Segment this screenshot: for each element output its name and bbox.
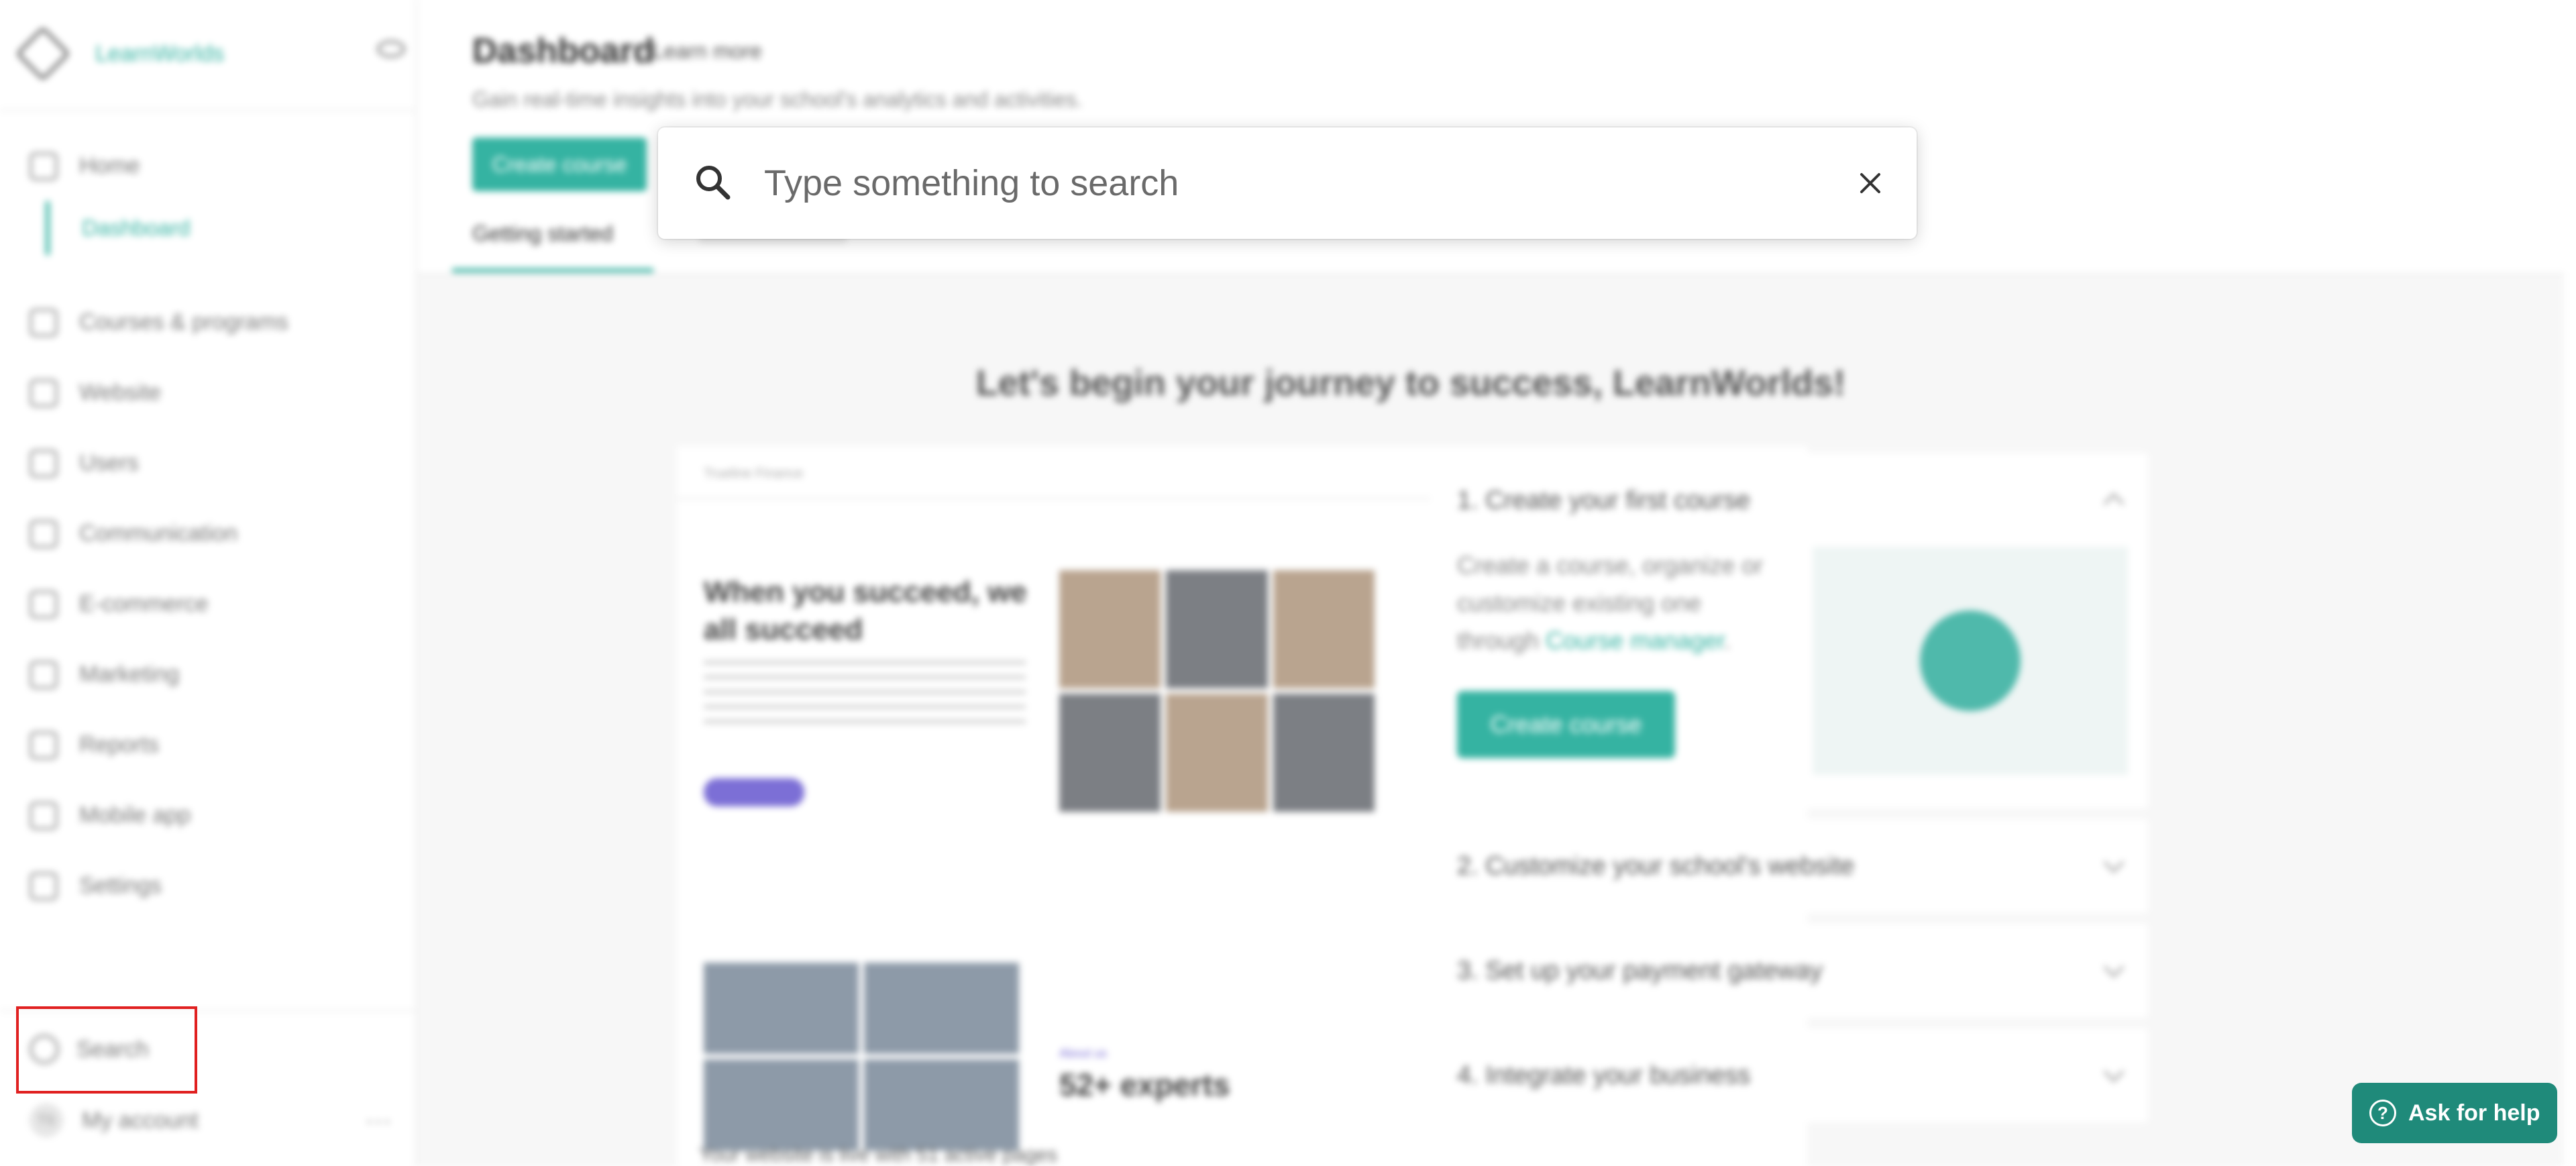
preview-cta <box>704 778 804 806</box>
ask-for-help-label: Ask for help <box>2408 1100 2540 1126</box>
courses-icon <box>30 308 58 337</box>
sidebar-item-label: Users <box>79 450 139 476</box>
website-icon <box>30 378 58 407</box>
step-title: 1. Create your first course <box>1457 486 1751 515</box>
search-highlight-box <box>16 1006 197 1094</box>
sidebar: LearnWorlds Home Dashboard Courses & pro… <box>0 0 417 1166</box>
sidebar-item-label: Mobile app <box>79 802 191 828</box>
sidebar-item-marketing[interactable]: Marketing <box>30 639 405 710</box>
onboarding-steps: 1. Create your first course Create a cou… <box>1430 453 2148 1133</box>
page-title: Dashboard <box>472 32 655 70</box>
preview-experts: 52+ experts <box>1059 1067 1230 1102</box>
my-account[interactable]: TS My account ··· <box>30 1100 392 1141</box>
sidebar-item-website[interactable]: Website <box>30 358 405 428</box>
tab-getting-started[interactable]: Getting started <box>472 221 613 246</box>
step-create-course[interactable]: 1. Create your first course Create a cou… <box>1430 453 2148 808</box>
sidebar-item-mobile-app[interactable]: Mobile app <box>30 780 405 851</box>
preview-experts-label: About us <box>1059 1047 1108 1060</box>
search-input[interactable] <box>764 154 1770 212</box>
sidebar-item-ecommerce[interactable]: E-commerce <box>30 569 405 639</box>
step-integrate-business[interactable]: 4. Integrate your business <box>1430 1028 2148 1122</box>
gear-icon <box>30 871 58 900</box>
play-icon[interactable] <box>1920 611 2021 711</box>
search-dialog <box>658 127 1917 239</box>
sidebar-item-communication[interactable]: Communication <box>30 498 405 569</box>
step-payment-gateway[interactable]: 3. Set up your payment gateway <box>1430 924 2148 1018</box>
welcome-heading: Let's begin your journey to success, Lea… <box>975 363 1846 403</box>
sidebar-item-label: Home <box>79 153 140 178</box>
sidebar-item-courses[interactable]: Courses & programs <box>30 287 405 358</box>
create-course-button[interactable]: Create course <box>472 138 647 191</box>
preview-headline: When you succeed, we all succeed <box>704 576 1027 646</box>
eye-icon[interactable] <box>377 40 405 58</box>
sidebar-item-label: E-commerce <box>79 591 209 617</box>
chevron-up-icon[interactable] <box>2103 492 2125 514</box>
sidebar-item-label: Marketing <box>79 661 180 687</box>
cart-icon <box>30 590 58 619</box>
sidebar-item-home[interactable]: Home <box>30 131 405 201</box>
step-title: 2. Customize your school's website <box>1457 851 1855 880</box>
step-description: Create a course, organize or customize e… <box>1457 547 1772 659</box>
sidebar-item-reports[interactable]: Reports <box>30 710 405 780</box>
ask-for-help-button[interactable]: ? Ask for help <box>2352 1083 2557 1143</box>
tab-active-indicator <box>452 268 653 272</box>
chevron-down-icon[interactable] <box>2103 852 2125 873</box>
sidebar-subitem-dashboard[interactable]: Dashboard <box>46 201 405 255</box>
step-title: 4. Integrate your business <box>1457 1061 1751 1090</box>
tutorial-video[interactable] <box>1813 547 2128 775</box>
sidebar-nav: Home Dashboard Courses & programs Websit… <box>30 131 405 921</box>
home-icon <box>30 152 58 180</box>
mail-icon <box>30 519 58 548</box>
preview-photo-grid <box>1059 570 1375 812</box>
sidebar-item-label: Settings <box>79 873 162 898</box>
more-options-icon[interactable]: ··· <box>365 1106 392 1136</box>
sidebar-item-label: Reports <box>79 732 160 757</box>
mobile-icon <box>30 801 58 830</box>
step-customize-website[interactable]: 2. Customize your school's website <box>1430 819 2148 913</box>
learn-more-link[interactable]: Learn more <box>652 39 762 64</box>
step-description-end: . <box>1724 627 1731 654</box>
chevron-down-icon[interactable] <box>2103 957 2125 978</box>
sidebar-item-label: Courses & programs <box>79 309 288 335</box>
sidebar-item-settings[interactable]: Settings <box>30 851 405 921</box>
step-create-course-button[interactable]: Create course <box>1457 691 1675 758</box>
search-icon <box>696 166 731 200</box>
website-live-status: Your website is live with 51 active page… <box>699 1144 1058 1166</box>
avatar: TS <box>30 1104 63 1137</box>
users-icon <box>30 449 58 478</box>
chevron-down-icon[interactable] <box>2103 1061 2125 1083</box>
preview-photo-grid-2 <box>704 963 1019 1151</box>
preview-text-lines <box>704 661 1026 735</box>
sidebar-item-users[interactable]: Users <box>30 428 405 498</box>
page-subtitle: Gain real-time insights into your school… <box>472 87 1083 111</box>
funnel-icon <box>30 660 58 689</box>
sidebar-divider <box>0 109 417 111</box>
my-account-label: My account <box>82 1107 199 1133</box>
sidebar-item-label: Website <box>79 380 162 405</box>
brand-name: LearnWorlds <box>95 40 225 66</box>
reports-icon <box>30 731 58 759</box>
learnworlds-logo-icon <box>15 26 70 81</box>
sidebar-item-label: Communication <box>79 521 238 546</box>
close-icon[interactable] <box>1855 168 1886 199</box>
step-title: 3. Set up your payment gateway <box>1457 956 1823 985</box>
course-manager-link[interactable]: Course manager <box>1546 627 1724 654</box>
help-icon: ? <box>2369 1100 2396 1126</box>
brand: LearnWorlds <box>15 20 405 87</box>
